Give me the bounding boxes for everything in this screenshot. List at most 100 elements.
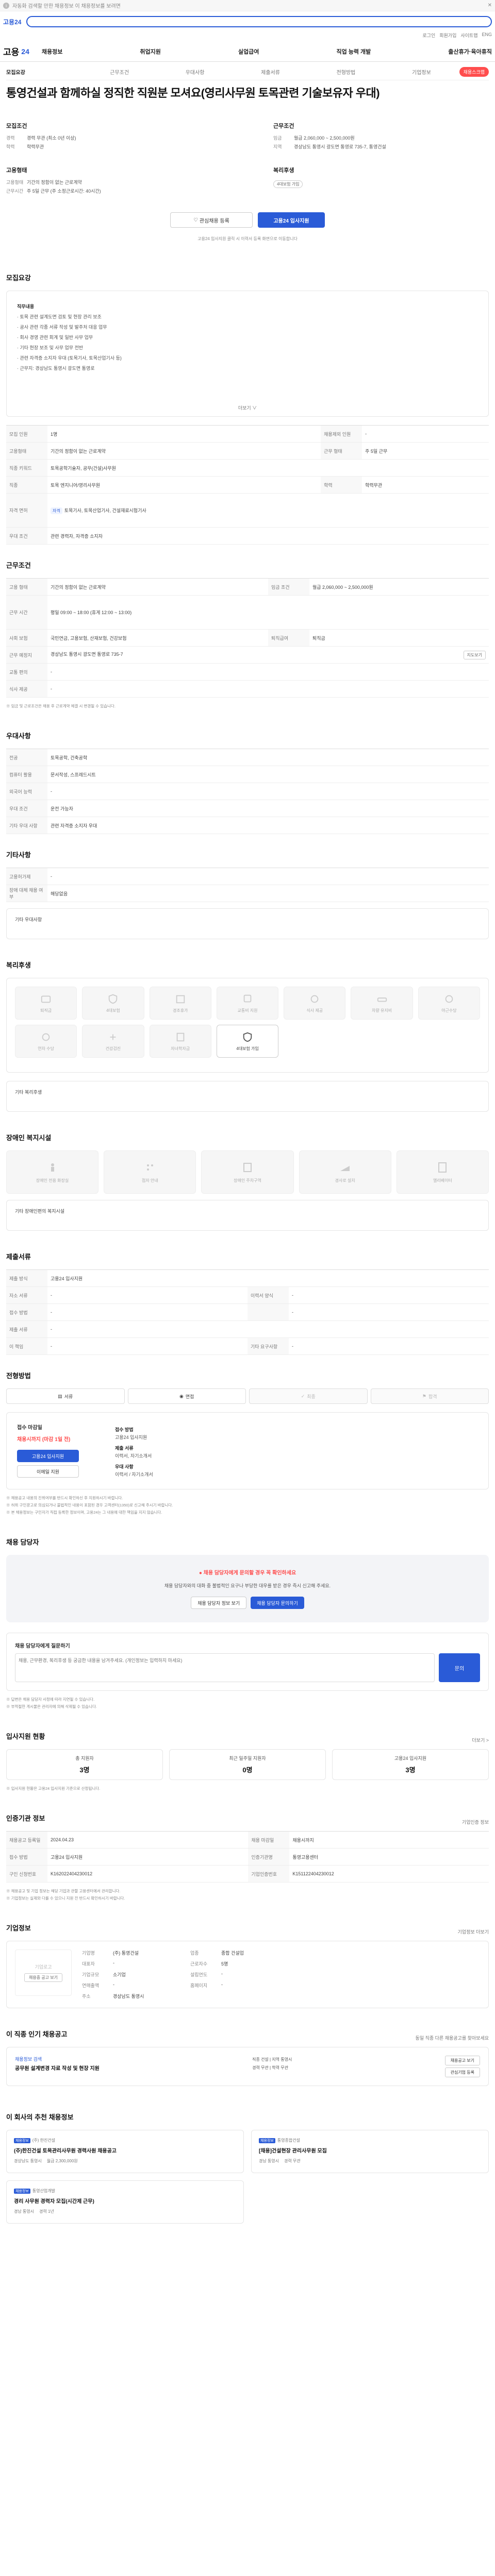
summary-recruit: 모집조건 경력 경력 무관 (최소 0년 이상) 학력 학력무관 bbox=[6, 122, 222, 152]
agency-link[interactable]: 기업인증 정보 bbox=[462, 1803, 489, 1825]
global-nav: 고용 24 채용정보 취업지원 실업급여 직업 능력 개발 출산휴가·육아휴직 bbox=[0, 41, 495, 62]
tab-conditions[interactable]: 근무조건 bbox=[81, 68, 157, 76]
tab-process[interactable]: 전형방법 bbox=[308, 68, 384, 76]
summary-heading: 모집조건 bbox=[6, 123, 27, 129]
car-icon bbox=[377, 997, 387, 1002]
reco-card[interactable]: 채용정보 통영산업개발 경리 사무원 경력자 모집(시간제 근무) 경남 통영시 경… bbox=[6, 2180, 244, 2224]
reco-card[interactable]: 채용정보 통영종합건설 [채용]건설현장 관리사무원 모집 경남 통영시 경력 무관 bbox=[251, 2130, 489, 2173]
welfare-grid: 퇴직금 4대보험 경조휴가 교통비 지원 식사 제공 차량 유지비 야근수당 연… bbox=[15, 987, 480, 1058]
similar-follow-button[interactable]: 관심기업 등록 bbox=[444, 2067, 480, 2077]
company-logo: 기업로고 채용중 공고 보기 bbox=[15, 1950, 72, 1996]
similar-title[interactable]: 공무원 설계변경 자료 작성 및 현장 지원 bbox=[15, 2065, 100, 2073]
site-logo[interactable]: 고용24 bbox=[3, 18, 21, 26]
nav-jobs[interactable]: 채용정보 bbox=[42, 47, 62, 56]
map-button[interactable]: 지도보기 bbox=[463, 650, 486, 659]
signup-link[interactable]: 회원가입 bbox=[439, 32, 456, 41]
bookmark-button[interactable]: ♡ 관심채용 등록 bbox=[170, 212, 253, 228]
login-link[interactable]: 로그인 bbox=[422, 32, 435, 41]
contact-info-button[interactable]: 채용 담당자 정보 보기 bbox=[191, 1597, 247, 1609]
apply-button[interactable]: 고용24 입사지원 bbox=[258, 212, 325, 228]
more-button[interactable]: 더보기 ∨ bbox=[7, 404, 488, 411]
wallet-icon bbox=[41, 995, 51, 1003]
apply-method-key: 접수 방법 bbox=[115, 1427, 134, 1432]
scrap-button[interactable]: 채용스크랩 bbox=[459, 67, 489, 77]
apply-box-button[interactable]: 고용24 입사지원 bbox=[17, 1450, 79, 1462]
summary-welfare: 복리후생 4대보험 가입 bbox=[273, 166, 489, 197]
contact-desc: 채용 담당자와의 대화 중 불법적인 요구나 부당한 대우를 받은 경우 즉시 … bbox=[164, 1583, 331, 1588]
tab-preference[interactable]: 우대사항 bbox=[157, 68, 233, 76]
people-icon: ◉ bbox=[179, 1393, 184, 1399]
close-icon[interactable]: ✕ bbox=[488, 3, 492, 8]
section-title: 장애인 복지시설 bbox=[6, 1134, 52, 1142]
tab-documents[interactable]: 제출서류 bbox=[233, 68, 308, 76]
email-apply-button[interactable]: 이메일 지원 bbox=[17, 1465, 79, 1478]
stat-card: 고용24 입사지원 3명 bbox=[332, 1749, 489, 1780]
section-title: 복리후생 bbox=[6, 961, 31, 969]
eng-link[interactable]: ENG bbox=[482, 32, 492, 41]
ask-submit-button[interactable]: 문의 bbox=[439, 1653, 480, 1682]
moon-icon bbox=[445, 995, 453, 1003]
utility-links: 로그인 회원가입 사이트맵 ENG bbox=[0, 32, 495, 41]
similar-banner: 채용정보 검색 공무원 설계변경 자료 작성 및 현장 지원 직종 건설 | 지역… bbox=[6, 2047, 489, 2086]
summary-grid: 모집조건 경력 경력 무관 (최소 0년 이상) 학력 학력무관 근무조건 임금 월급… bbox=[6, 122, 489, 197]
ask-input[interactable] bbox=[15, 1653, 435, 1682]
desc-line: · 관련 자격증 소지자 우대 (토목기사, 토목산업기사 등) bbox=[17, 355, 122, 361]
apply-pref-value: 이력서 / 자기소개서 bbox=[115, 1472, 153, 1477]
parking-icon bbox=[243, 1162, 252, 1172]
section-title: 인증기관 정보 bbox=[6, 1815, 45, 1822]
summary-value: 경력 무관 (최소 0년 이상) bbox=[27, 135, 76, 141]
nav-benefit[interactable]: 실업급여 bbox=[238, 47, 259, 56]
gnb-logo[interactable]: 고용 24 bbox=[3, 45, 29, 58]
nav-leave[interactable]: 출산휴가·육아휴직 bbox=[448, 47, 492, 56]
search-input[interactable] bbox=[26, 16, 492, 27]
welfare-extra-box: 기타 복리후생 bbox=[6, 1081, 489, 1112]
extra-table: 고용허가제 - 장애 대체 채용 여부 해당없음 bbox=[6, 868, 489, 902]
step-pass: ⚑ 합격 bbox=[370, 1388, 489, 1404]
stat-card: 최근 일주일 지원자 0명 bbox=[169, 1749, 326, 1780]
apply-status-more[interactable]: 더보기 > bbox=[472, 1721, 489, 1743]
elevator-icon bbox=[438, 1162, 447, 1173]
section-title: 입사지원 현황 bbox=[6, 1733, 45, 1740]
sitemap-link[interactable]: 사이트맵 bbox=[460, 32, 477, 41]
apply-docs-key: 제출 서류 bbox=[115, 1446, 134, 1451]
desc-line: · 회사 경영 관련 회계 및 일반 사무 업무 bbox=[17, 335, 93, 340]
welfare-extra-label: 기타 복리후생 bbox=[15, 1090, 42, 1095]
shield-icon bbox=[109, 994, 118, 1004]
disability-item: 점자 안내 bbox=[104, 1150, 196, 1194]
section-title: 모집요강 bbox=[6, 274, 31, 282]
ramp-icon bbox=[340, 1165, 350, 1171]
desc-line: · 기타 현장 보조 및 사무 업무 전반 bbox=[17, 345, 84, 350]
contact-warning: ● 채용 담당자에게 문의할 경우 꼭 확인하세요 bbox=[199, 1570, 296, 1576]
health-icon bbox=[110, 1034, 116, 1040]
extra-label: 기타 우대사항 bbox=[15, 917, 42, 922]
toilet-icon bbox=[51, 1163, 54, 1172]
summary-value: 기간의 정함이 없는 근로계약 bbox=[27, 180, 82, 185]
section-title: 채용 담당자 bbox=[6, 1538, 39, 1546]
summary-key: 경력 bbox=[6, 135, 15, 141]
contact-ask-button[interactable]: 채용 담당자 문의하기 bbox=[251, 1597, 304, 1609]
welfare-item: 경조휴가 bbox=[149, 987, 211, 1020]
tab-recruit[interactable]: 모집요강 bbox=[6, 68, 81, 76]
nav-support[interactable]: 취업지원 bbox=[140, 47, 160, 56]
insurance-icon bbox=[243, 1032, 252, 1042]
company-more[interactable]: 기업정보 더보기 bbox=[458, 1913, 489, 1935]
welfare-item-active: 4대보험 가입 bbox=[216, 1025, 279, 1058]
company-jobs-button[interactable]: 채용중 공고 보기 bbox=[24, 1973, 62, 1982]
similar-view-button[interactable]: 채용공고 보기 bbox=[444, 2056, 480, 2065]
section-title: 전형방법 bbox=[6, 1372, 31, 1380]
search-row: 고용24 bbox=[0, 11, 495, 32]
top-notice-text: 자동화 검색할 만한 채용정보 이 채용정보를 보려면 bbox=[12, 4, 121, 9]
recruit-table: 모집 인원 1명 채용제외 인원 - 고용형태 기간의 정함이 없는 근로계약 근무 형태… bbox=[6, 425, 489, 545]
braille-icon bbox=[146, 1164, 153, 1171]
similar-label: 채용정보 검색 bbox=[15, 2057, 42, 2062]
nav-training[interactable]: 직업 능력 개발 bbox=[336, 47, 371, 56]
reco-card[interactable]: 채용정보 (주) 한진건설 (주)한진건설 토목관리사무원 경력사원 채용공고 경… bbox=[6, 2130, 244, 2173]
summary-type: 고용형태 고용형태 기간의 정함이 없는 근로계약 근무시간 주 5일 근무 (주 … bbox=[6, 166, 222, 197]
agency-table: 채용공고 등록일 2024.04.23 채용 마감일 채용시까지 접수 방법 고용24 … bbox=[6, 1831, 489, 1883]
company-box: 기업로고 채용중 공고 보기 기업명 (주) 통영건설 업종 종합 건설업 대표자 - 근로… bbox=[6, 1941, 489, 2008]
coin-icon bbox=[42, 1033, 50, 1041]
disability-extra-box: 기타 장애인편의 복지시설 bbox=[6, 1200, 489, 1231]
apply-method-value: 고용24 입사지원 bbox=[115, 1435, 147, 1440]
tab-company[interactable]: 기업정보 bbox=[384, 68, 459, 76]
stats-note: ※ 입사지원 현황은 고용24 입사지원 기준으로 산정됩니다. bbox=[6, 1786, 101, 1791]
